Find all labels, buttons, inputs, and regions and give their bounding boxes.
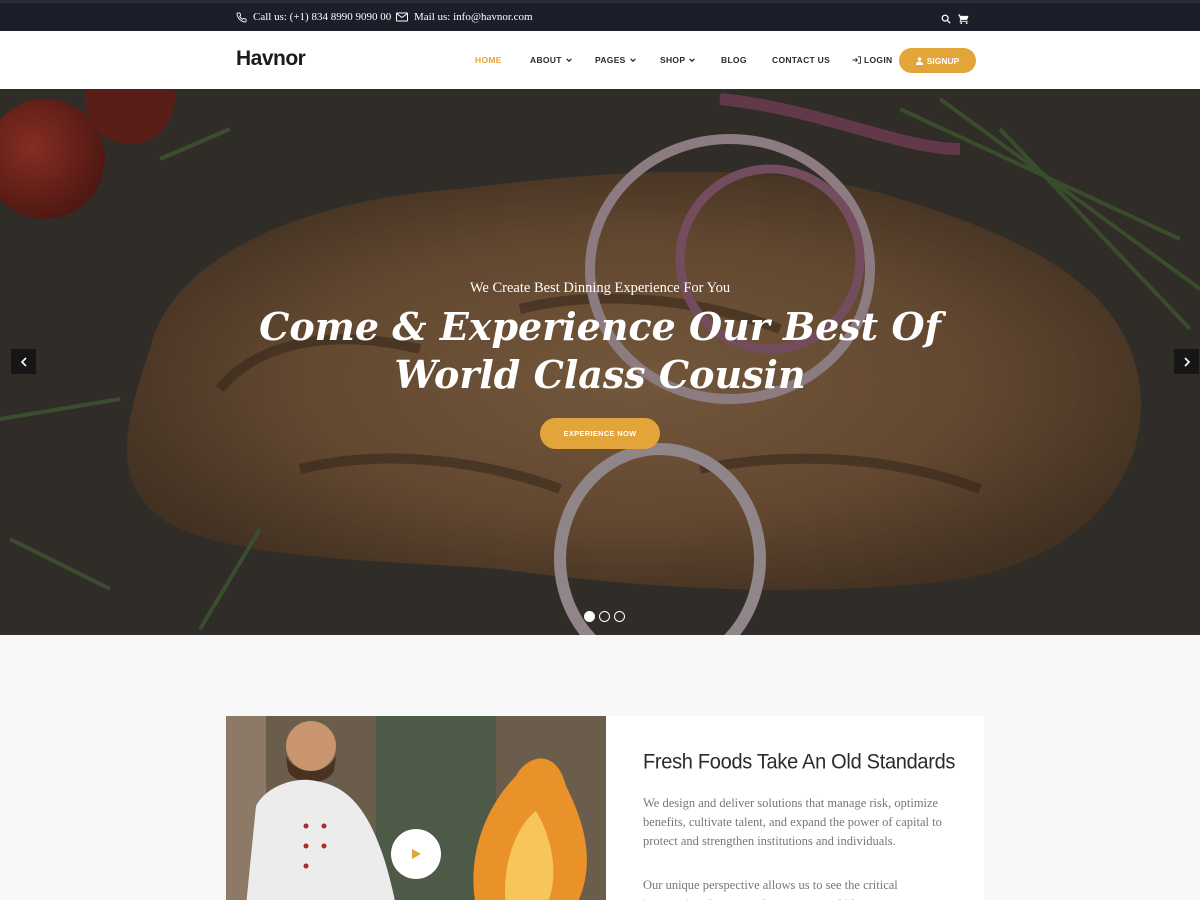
experience-now-button[interactable]: EXPERIENCE NOW [540,418,660,449]
slider-pagination [584,611,625,622]
hero-title-line-1: Come & Experience Our Best Of [259,304,941,349]
slider-dot-1[interactable] [584,611,595,622]
hero-subtitle: We Create Best Dinning Experience For Yo… [469,280,731,296]
mail-icon [396,12,408,22]
chevron-right-icon [1183,356,1190,367]
main-navigation: Havnor HOME ABOUT PAGES SHOP BLOG CONTAC… [0,31,1200,89]
phone-contact[interactable]: Call us: (+1) 834 8990 9090 00 [236,11,391,23]
play-icon [412,849,421,859]
nav-item-about[interactable]: ABOUT [530,55,573,65]
nav-shop-label: SHOP [660,55,686,65]
nav-home-label: HOME [475,55,502,65]
chevron-down-icon [689,58,696,63]
phone-text: Call us: (+1) 834 8990 9090 00 [253,11,392,23]
nav-item-shop[interactable]: SHOP [660,55,696,65]
chevron-left-icon [20,356,27,367]
hero-slider: We Create Best Dinning Experience For Yo… [0,89,1200,635]
top-bar: Call us: (+1) 834 8990 9090 00 Mail us: … [0,0,1200,31]
slider-prev-button[interactable] [11,349,36,374]
nav-about-label: ABOUT [530,55,562,65]
slider-dot-3[interactable] [614,611,625,622]
login-link[interactable]: LOGIN [852,55,892,65]
about-paragraph-2: Our unique perspective allows us to see … [643,878,898,900]
nav-blog-label: BLOG [721,55,747,65]
nav-pages-label: PAGES [595,55,626,65]
site-logo[interactable]: Havnor [236,47,306,71]
nav-contact-label: CONTACT US [772,55,831,65]
nav-item-blog[interactable]: BLOG [721,55,747,65]
logo-text: Havnor [236,47,306,70]
about-paragraph-1: We design and deliver solutions that man… [643,796,942,848]
search-icon[interactable] [941,11,951,29]
chevron-down-icon [565,58,572,63]
user-icon [915,56,923,65]
about-section: Fresh Foods Take An Old Standards We des… [0,635,1200,900]
about-card: Fresh Foods Take An Old Standards We des… [606,716,984,900]
mail-contact[interactable]: Mail us: info@havnor.com [396,11,533,23]
mail-text: Mail us: info@havnor.com [414,11,533,23]
play-button[interactable] [391,829,441,879]
video-thumbnail[interactable] [226,716,606,900]
nav-item-pages[interactable]: PAGES [595,55,637,65]
slider-next-button[interactable] [1174,349,1199,374]
slider-dot-2[interactable] [599,611,610,622]
phone-icon [236,11,247,22]
nav-item-home[interactable]: HOME [475,55,502,65]
cart-icon[interactable] [958,11,969,29]
login-label: LOGIN [864,55,893,65]
login-icon [852,56,861,64]
nav-item-contact[interactable]: CONTACT US [772,55,830,65]
hero-title: Come & Experience Our Best Of World Clas… [0,303,1200,399]
signup-button[interactable]: SIGNUP [899,48,976,73]
signup-label: SIGNUP [926,55,960,66]
chevron-down-icon [629,58,636,63]
hero-title-line-2: World Class Cousin [394,352,806,397]
about-heading: Fresh Foods Take An Old Standards [643,750,956,774]
